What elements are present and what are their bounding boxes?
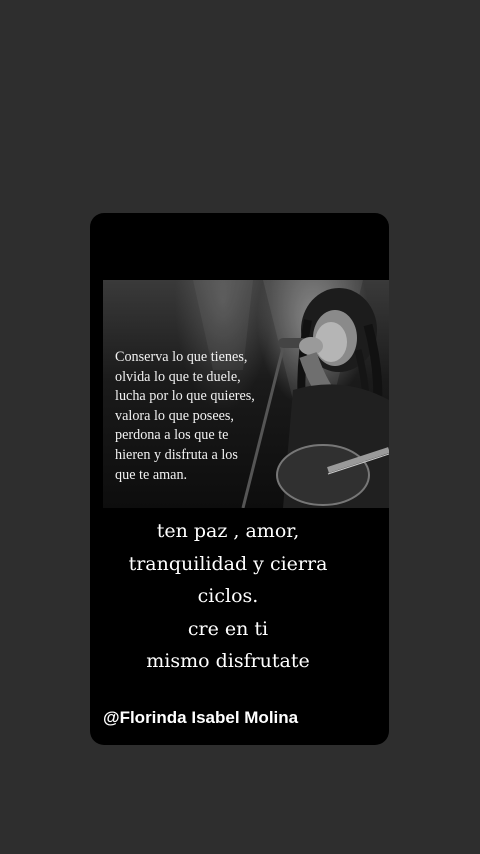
author-handle: @Florinda Isabel Molina xyxy=(103,708,299,727)
caption-line: cre en ti xyxy=(187,617,269,640)
quote-line: perdona a los que te xyxy=(115,427,229,444)
caption-text: ten paz , amor, tranquilidad y cierra ci… xyxy=(90,515,366,678)
quote-line: valora lo que posees, xyxy=(115,407,234,424)
quote-line: lucha por lo que quieres, xyxy=(115,388,255,405)
quote-line: Conserva lo que tienes, xyxy=(115,349,248,365)
quote-line: olvida lo que te duele, xyxy=(115,368,241,385)
quote-line: hieren y disfruta a los xyxy=(115,446,238,463)
quote-text: Conserva lo que tienes, olvida lo que te… xyxy=(115,348,285,485)
caption-line: tranquilidad y cierra xyxy=(128,552,328,575)
caption-line: mismo disfrutate xyxy=(146,650,310,672)
story-card: Conserva lo que tienes, olvida lo que te… xyxy=(90,213,389,745)
caption-line: ten paz , amor, xyxy=(156,520,300,542)
caption-line: ciclos. xyxy=(197,585,259,607)
singer-photo: Conserva lo que tienes, olvida lo que te… xyxy=(103,280,389,508)
quote-line: que te aman. xyxy=(115,466,188,483)
